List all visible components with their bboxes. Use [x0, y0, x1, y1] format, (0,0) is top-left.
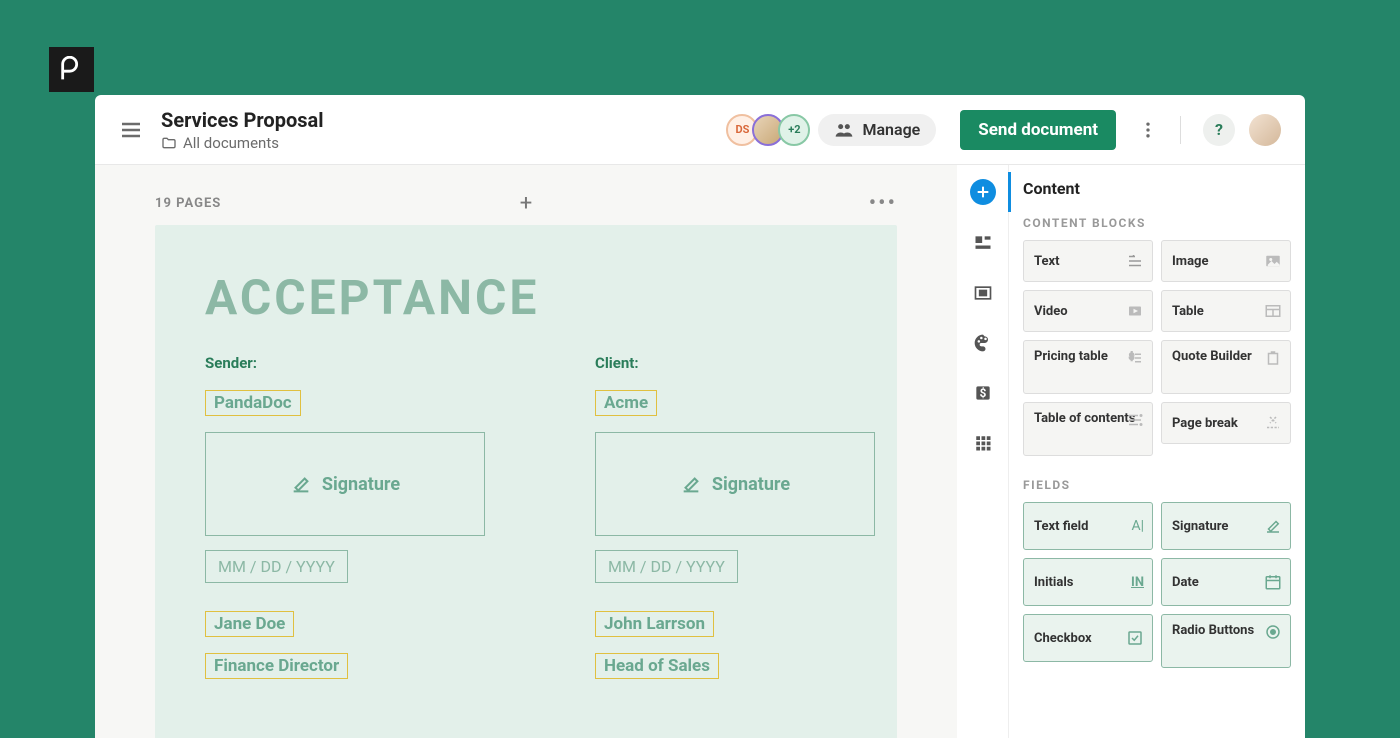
panel-title: Content [1023, 179, 1291, 198]
client-title-field[interactable]: Head of Sales [595, 653, 719, 679]
svg-text:$: $ [1129, 352, 1134, 363]
video-icon [1126, 302, 1144, 320]
client-label: Client: [595, 354, 875, 372]
send-button[interactable]: Send document [960, 110, 1116, 150]
user-avatar[interactable] [1249, 114, 1281, 146]
add-page-button[interactable]: + [520, 191, 532, 216]
page-count: 19 PAGES [155, 196, 221, 211]
manage-label: Manage [862, 120, 920, 139]
menu-toggle-icon[interactable] [119, 118, 143, 142]
checkbox-icon [1126, 629, 1144, 647]
field-initials[interactable]: InitialsIN [1023, 558, 1153, 606]
sender-name-field[interactable]: Jane Doe [205, 611, 294, 637]
divider [1180, 116, 1181, 144]
signature-label: Signature [322, 474, 400, 495]
sender-signature-field[interactable]: Signature [205, 432, 485, 536]
textfield-icon: A| [1131, 518, 1144, 534]
breadcrumb-label: All documents [183, 134, 279, 152]
manage-button[interactable]: Manage [818, 114, 936, 146]
sidebar-rail: $ [957, 165, 1009, 738]
sender-company-field[interactable]: PandaDoc [205, 390, 301, 416]
canvas-toolbar: 19 PAGES + ••• [155, 181, 897, 225]
header: Services Proposal All documents DS +2 Ma… [95, 95, 1305, 165]
block-text[interactable]: Text [1023, 240, 1153, 282]
pagebreak-icon [1264, 414, 1282, 432]
table-icon [1264, 302, 1282, 320]
client-date-field[interactable]: MM / DD / YYYY [595, 550, 738, 583]
rail-apps-icon[interactable] [971, 431, 995, 455]
block-image[interactable]: Image [1161, 240, 1291, 282]
quote-icon [1264, 349, 1282, 367]
client-name-field[interactable]: John Larrson [595, 611, 714, 637]
document-title: Services Proposal [161, 108, 324, 132]
sender-column: Sender: PandaDoc Signature MM / DD / YYY… [205, 354, 485, 695]
content-panel: Content CONTENT BLOCKS Text Image Video … [1009, 165, 1305, 738]
sender-title-field[interactable]: Finance Director [205, 653, 348, 679]
section-label-fields: FIELDS [1023, 478, 1291, 492]
rail-placeholder-icon[interactable] [971, 281, 995, 305]
block-video[interactable]: Video [1023, 290, 1153, 332]
document-page[interactable]: ACCEPTANCE Sender: PandaDoc Signature MM… [155, 225, 897, 738]
block-quote-builder[interactable]: Quote Builder [1161, 340, 1291, 394]
rail-content-icon[interactable] [970, 179, 996, 205]
client-company-field[interactable]: Acme [595, 390, 657, 416]
recipient-avatars[interactable]: DS +2 [732, 114, 810, 146]
block-page-break[interactable]: Page break [1161, 402, 1291, 444]
pandadoc-logo [49, 47, 94, 92]
rail-design-icon[interactable] [971, 331, 995, 355]
radio-icon [1264, 623, 1282, 641]
image-icon [1264, 252, 1282, 270]
block-toc[interactable]: Table of contents [1023, 402, 1153, 456]
sender-date-field[interactable]: MM / DD / YYYY [205, 550, 348, 583]
document-canvas: 19 PAGES + ••• ACCEPTANCE Sender: PandaD… [95, 165, 957, 738]
field-signature[interactable]: Signature [1161, 502, 1291, 550]
breadcrumb[interactable]: All documents [161, 134, 324, 152]
block-pricing-table[interactable]: Pricing table$ [1023, 340, 1153, 394]
field-date[interactable]: Date [1161, 558, 1291, 606]
more-icon[interactable] [1138, 120, 1158, 140]
text-icon [1126, 252, 1144, 270]
svg-text:$: $ [979, 386, 986, 400]
sender-label: Sender: [205, 354, 485, 372]
initials-icon: IN [1131, 575, 1144, 590]
field-checkbox[interactable]: Checkbox [1023, 614, 1153, 662]
rail-pricing-icon[interactable]: $ [971, 381, 995, 405]
rail-variables-icon[interactable] [971, 231, 995, 255]
avatar-overflow[interactable]: +2 [778, 114, 810, 146]
field-text[interactable]: Text fieldA| [1023, 502, 1153, 550]
body: 19 PAGES + ••• ACCEPTANCE Sender: PandaD… [95, 165, 1305, 738]
pricing-icon: $ [1126, 349, 1144, 367]
help-button[interactable]: ? [1203, 114, 1235, 146]
section-label-blocks: CONTENT BLOCKS [1023, 216, 1291, 230]
toc-icon [1126, 411, 1144, 429]
client-signature-field[interactable]: Signature [595, 432, 875, 536]
signature-label: Signature [712, 474, 790, 495]
page-heading: ACCEPTANCE [205, 269, 847, 326]
title-block: Services Proposal All documents [161, 108, 324, 152]
calendar-icon [1264, 573, 1282, 591]
app-window: Services Proposal All documents DS +2 Ma… [95, 95, 1305, 738]
client-column: Client: Acme Signature MM / DD / YYYY Jo… [595, 354, 875, 695]
field-radio[interactable]: Radio Buttons [1161, 614, 1291, 668]
document-menu-icon[interactable]: ••• [869, 191, 897, 216]
signature-icon [1264, 517, 1282, 535]
block-table[interactable]: Table [1161, 290, 1291, 332]
